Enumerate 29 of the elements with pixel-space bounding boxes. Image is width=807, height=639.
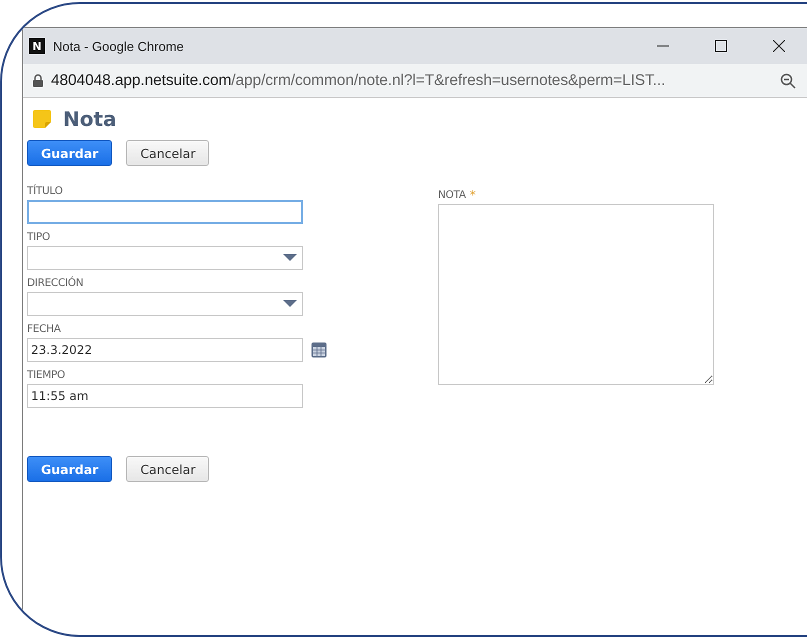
close-icon [773,40,785,52]
dropdown-caret-icon[interactable] [283,300,297,308]
required-mark: * [470,188,476,202]
text-field[interactable]: 11:55 am [27,384,303,408]
text-field[interactable] [27,200,303,224]
window-title: Nota - Google Chrome [53,38,185,54]
field-label: TÍTULO [27,184,64,198]
date-field[interactable]: 23.3.2022 [27,338,303,362]
cancel-button[interactable]: Cancelar [126,456,210,482]
calendar-icon[interactable] [311,342,327,358]
minimize-icon [657,45,669,47]
lock-icon [33,74,43,87]
field-label: DIRECCIÓN [27,276,84,290]
page-title: Nota [63,107,117,131]
maximize-icon [715,40,727,52]
field-label: NOTA * [438,188,476,202]
cancel-button[interactable]: Cancelar [126,140,210,166]
save-button[interactable]: Guardar [27,456,112,482]
field-label: TIPO [27,230,51,244]
field-label: TIEMPO [27,368,66,382]
sticky-note-icon [33,110,51,128]
dropdown-field[interactable] [27,246,303,270]
save-button[interactable]: Guardar [27,140,112,166]
dropdown-caret-icon[interactable] [283,254,297,262]
dropdown-field[interactable] [27,292,303,316]
app-logo: N [29,38,45,54]
url-text[interactable]: 4804048.app.netsuite.com/app/crm/common/note.nl?l=T&refresh=usernotes&perm=LIST... [51,72,780,90]
field-label: FECHA [27,322,62,336]
zoom-icon[interactable] [780,72,796,88]
